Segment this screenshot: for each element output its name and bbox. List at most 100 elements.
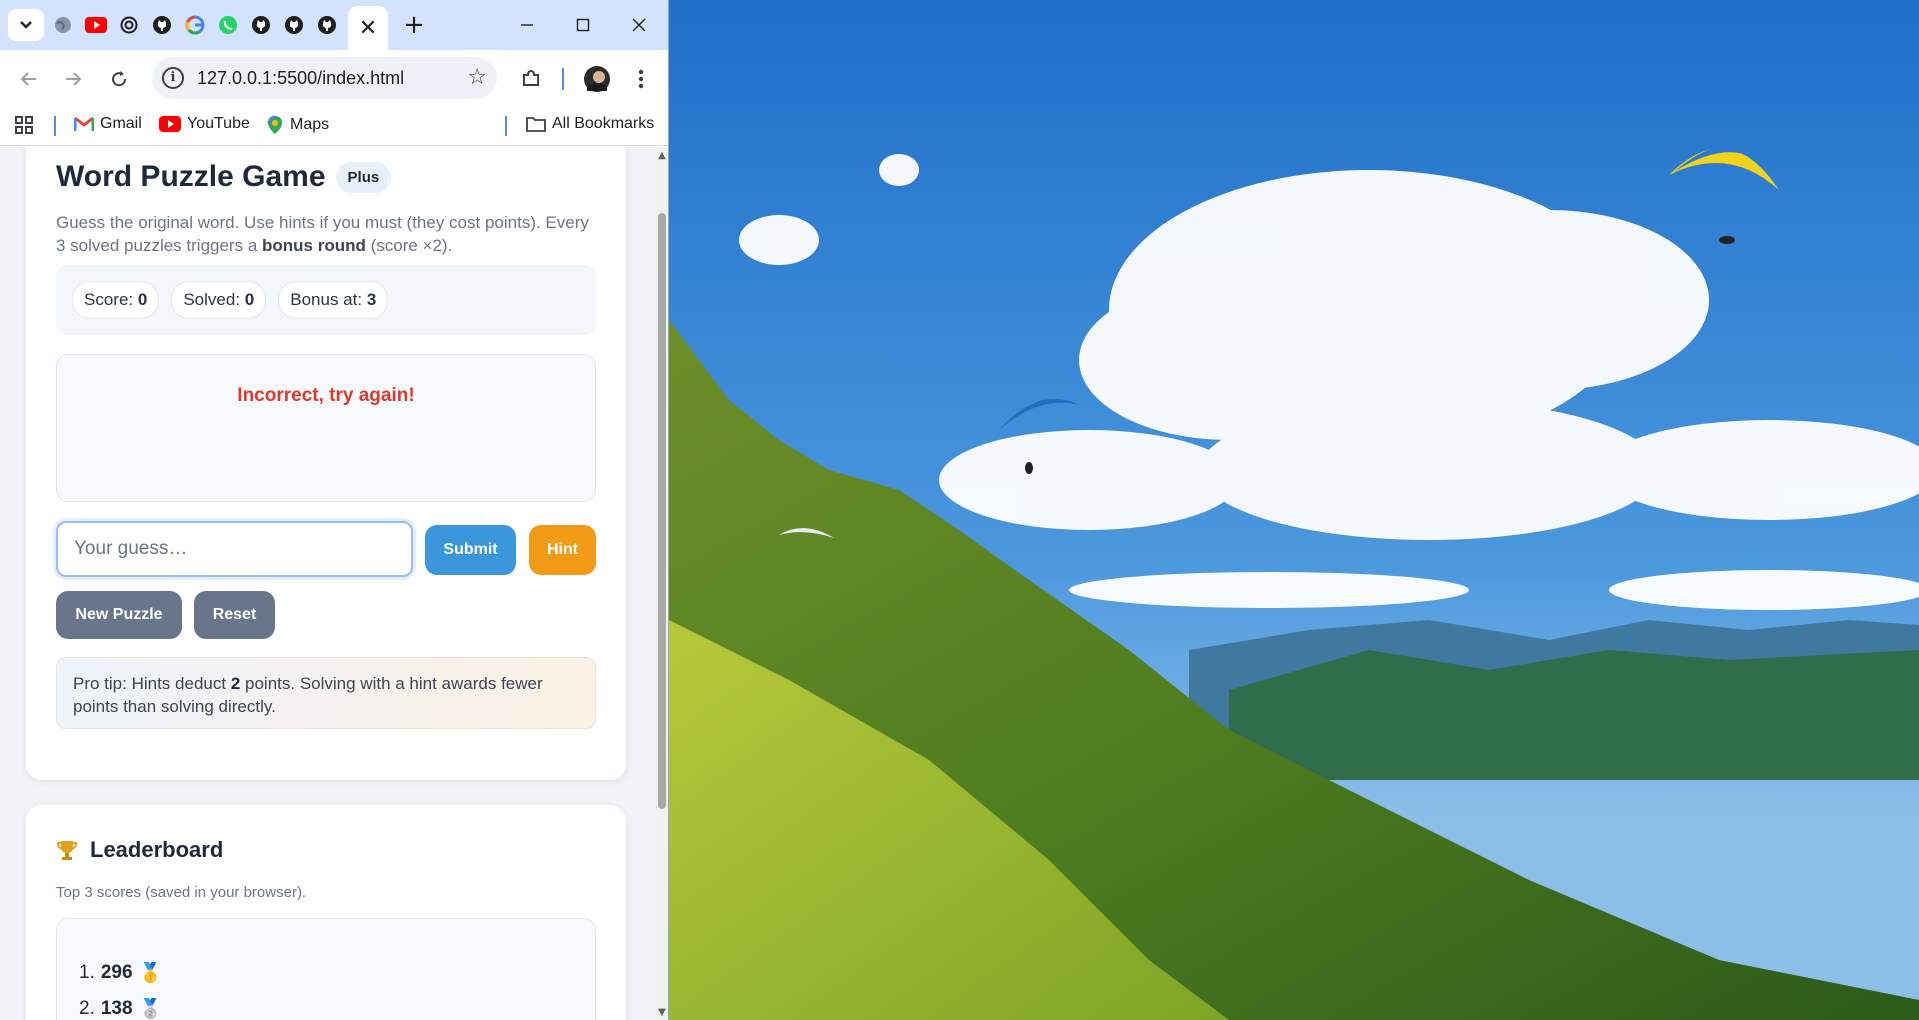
- menu-button[interactable]: [626, 64, 656, 94]
- entry-score: 138: [100, 998, 133, 1019]
- leaderboard-title: Leaderboard: [90, 837, 224, 862]
- bonus-stat: Bonus at: 3: [278, 281, 389, 319]
- leaderboard-list: 1. 296 🥇 2. 138 🥈: [79, 955, 162, 1020]
- close-window-button[interactable]: [612, 0, 666, 50]
- address-url[interactable]: 127.0.0.1:5500/index.html: [197, 68, 404, 89]
- tab-active-close[interactable]: ✕: [348, 6, 388, 50]
- trophy-icon: [56, 841, 78, 860]
- openai-icon: [120, 16, 137, 33]
- tab-github-2[interactable]: [248, 12, 273, 37]
- tab-github-3[interactable]: [281, 12, 306, 37]
- maximize-button[interactable]: [556, 0, 610, 50]
- desc-bold: bonus round: [262, 236, 366, 255]
- maps-icon: [266, 115, 282, 134]
- gold-medal-icon: 🥇: [138, 963, 163, 984]
- minimize-button[interactable]: [500, 0, 554, 50]
- back-button[interactable]: [14, 64, 44, 94]
- profile-button[interactable]: [582, 64, 612, 94]
- browser-window: ✕ + i 127.0.0.1:5500/index.html ☆ Gmail …: [0, 0, 669, 1020]
- google-icon: [185, 15, 204, 34]
- new-tab-button[interactable]: +: [398, 10, 430, 40]
- forward-button[interactable]: [58, 64, 88, 94]
- github-icon: [317, 15, 336, 34]
- close-icon: ✕: [358, 15, 378, 41]
- solved-value: 0: [244, 290, 255, 309]
- tab-github-4[interactable]: [314, 12, 339, 37]
- tab-search-button[interactable]: [8, 9, 44, 41]
- maximize-icon: [576, 18, 590, 32]
- apps-button[interactable]: [14, 115, 34, 135]
- youtube-icon: [84, 16, 107, 33]
- tip-bold: 2: [230, 674, 241, 693]
- silver-medal-icon: 🥈: [138, 999, 163, 1020]
- bookmark-youtube[interactable]: YouTube: [159, 115, 250, 133]
- extensions-button[interactable]: [516, 64, 546, 94]
- submit-button[interactable]: Submit: [425, 525, 516, 575]
- scroll-thumb[interactable]: [658, 213, 666, 809]
- reset-button[interactable]: Reset: [194, 591, 275, 639]
- solved-stat: Solved: 0: [171, 281, 267, 319]
- kebab-menu-icon: [638, 69, 644, 89]
- folder-icon: [526, 117, 546, 132]
- all-bookmarks-label: All Bookmarks: [552, 115, 655, 132]
- bookmark-divider: [505, 116, 507, 136]
- score-stat: Score: 0: [72, 281, 160, 319]
- score-value: 0: [137, 290, 148, 309]
- bookmark-label: Maps: [290, 116, 330, 133]
- plus-badge: Plus: [335, 161, 392, 193]
- whatsapp-icon: [218, 15, 237, 34]
- bookmark-gmail[interactable]: Gmail: [74, 115, 142, 133]
- bookmark-label: YouTube: [187, 115, 250, 132]
- entry-score: 296: [100, 962, 133, 983]
- github-icon: [284, 15, 303, 34]
- guess-input[interactable]: [56, 521, 413, 577]
- site-info-icon[interactable]: i: [162, 67, 184, 89]
- avatar-icon: [584, 66, 610, 92]
- reload-button[interactable]: [104, 64, 134, 94]
- tab-youtube[interactable]: [83, 12, 108, 37]
- bookmark-label: Gmail: [100, 115, 142, 132]
- scroll-down-arrow[interactable]: ▼: [657, 1008, 667, 1018]
- pro-tip: Pro tip: Hints deduct 2 points. Solving …: [56, 657, 596, 729]
- reload-icon: [112, 71, 127, 87]
- arrow-left-icon: [20, 72, 36, 86]
- page-scrollbar[interactable]: ▲ ▼: [655, 147, 668, 1020]
- scroll-up-arrow[interactable]: ▲: [657, 151, 667, 161]
- all-bookmarks-button[interactable]: All Bookmarks: [526, 115, 654, 133]
- github-icon: [251, 15, 270, 34]
- tab-openai[interactable]: [116, 12, 141, 37]
- minimize-icon: [521, 24, 533, 26]
- github-icon: [152, 15, 171, 34]
- chevron-down-icon: [20, 21, 32, 29]
- tab-github-1[interactable]: [149, 12, 174, 37]
- apps-grid-icon: [15, 116, 33, 134]
- desc-text-end: (score ×2).: [365, 236, 453, 255]
- leaderboard-entry: 1. 296 🥇: [79, 955, 162, 991]
- tab-google[interactable]: [182, 12, 207, 37]
- page-viewport: Word Puzzle Game Plus Guess the original…: [0, 147, 668, 1020]
- bookmark-star-icon[interactable]: ☆: [467, 65, 487, 90]
- solved-label: Solved:: [183, 290, 241, 309]
- stats-bar: Score: 0 Solved: 0 Bonus at: 3: [56, 265, 596, 335]
- address-bar[interactable]: i 127.0.0.1:5500/index.html ☆: [152, 57, 497, 99]
- leaderboard-entry: 2. 138 🥈: [79, 991, 162, 1020]
- score-label: Score:: [84, 290, 134, 309]
- toolbar-divider: [562, 68, 564, 90]
- tab-whatsapp[interactable]: [215, 12, 240, 37]
- bookmark-divider: [54, 116, 56, 136]
- youtube-icon: [159, 116, 181, 132]
- bookmark-maps[interactable]: Maps: [266, 115, 329, 135]
- puzzle-icon: [523, 69, 539, 86]
- arrow-right-icon: [66, 72, 82, 86]
- leaderboard-title-row: Leaderboard: [56, 837, 223, 863]
- title-row: Word Puzzle Game Plus: [56, 160, 392, 194]
- game-description: Guess the original word. Use hints if yo…: [56, 211, 596, 257]
- tab-globe[interactable]: [50, 12, 75, 37]
- leaderboard-list-box: 1. 296 🥇 2. 138 🥈: [56, 918, 596, 1020]
- page-title: Word Puzzle Game: [56, 160, 326, 193]
- new-puzzle-button[interactable]: New Puzzle: [56, 591, 182, 639]
- bonus-value: 3: [366, 290, 377, 309]
- hint-button[interactable]: Hint: [529, 525, 596, 575]
- plus-icon: +: [403, 10, 425, 40]
- desktop-wallpaper: [669, 0, 1919, 1020]
